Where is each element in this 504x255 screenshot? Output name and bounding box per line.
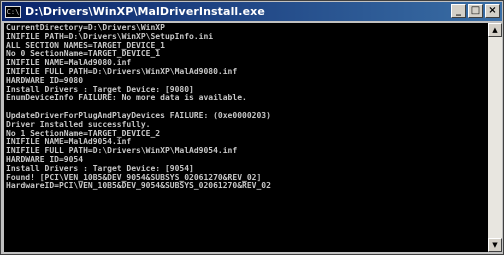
console-line: HARDWARE ID=9080 — [6, 76, 84, 85]
vertical-scrollbar[interactable]: ▲ ▼ — [488, 23, 502, 252]
console-line: INIFILE FULL PATH=D:\Drivers\WinXP\MalAd… — [6, 147, 238, 156]
console-app-icon[interactable]: C:\ — [5, 5, 21, 18]
close-button[interactable]: × — [485, 4, 500, 18]
window-controls: _ □ × — [451, 4, 500, 18]
console-lines: CurrentDirectory=D:\Drivers\WinXP INIFILE… — [4, 23, 488, 191]
console-line: CurrentDirectory=D:\Drivers\WinXP — [6, 24, 165, 32]
console-line: INIFILE NAME=MalAd9054.inf — [6, 138, 132, 147]
console-line: ALL SECTION NAMES=TARGET_DEVICE_1 — [6, 41, 165, 50]
console-line: Found! [PCI\VEN_10B5&DEV_9054&SUBSYS_020… — [6, 173, 262, 182]
console-line: No 1 SectionName=TARGET_DEVICE_2 — [6, 129, 161, 138]
console-line: No 0 SectionName=TARGET_DEVICE_1 — [6, 50, 161, 59]
title-bar[interactable]: C:\ D:\Drivers\WinXP\MalDriverInstall.ex… — [2, 2, 502, 21]
console-line: EnumDeviceInfo FAILURE: No more data is … — [6, 94, 247, 103]
console-window: C:\ D:\Drivers\WinXP\MalDriverInstall.ex… — [0, 0, 504, 255]
scroll-down-button[interactable]: ▼ — [488, 238, 502, 252]
console-line: INIFILE FULL PATH=D:\Drivers\WinXP\MalAd… — [6, 67, 238, 76]
console-line: HARDWARE ID=9054 — [6, 155, 84, 164]
console-output[interactable]: CurrentDirectory=D:\Drivers\WinXP INIFILE… — [4, 23, 488, 252]
console-line: UpdateDriverForPlugAndPlayDevices FAILUR… — [6, 111, 271, 120]
console-line: INIFILE PATH=D:\Drivers\WinXP\SetupInfo.… — [6, 32, 214, 41]
console-line: Install Drivers : Target Device: [9054] — [6, 164, 194, 173]
scroll-up-button[interactable]: ▲ — [488, 23, 502, 37]
window-title: D:\Drivers\WinXP\MalDriverInstall.exe — [25, 5, 265, 18]
minimize-button[interactable]: _ — [451, 4, 466, 18]
console-line: Driver Installed successfully. — [6, 120, 151, 129]
console-line: HardwareID=PCI\VEN_10B5&DEV_9054&SUBSYS_… — [6, 182, 271, 191]
console-line: Install Drivers : Target Device: [9080] — [6, 85, 194, 94]
console-line: INIFILE NAME=MalAd9080.inf — [6, 59, 132, 68]
maximize-button[interactable]: □ — [468, 4, 483, 18]
